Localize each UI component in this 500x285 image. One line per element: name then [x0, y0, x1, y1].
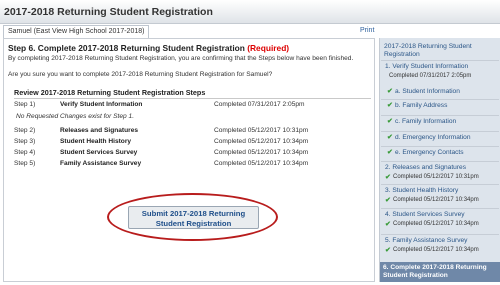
sidebar-step-label[interactable]: 2. Releases and Signatures — [385, 164, 466, 171]
sidebar-sub-a[interactable]: ✔ a. Student Information — [381, 86, 499, 98]
sidebar-active-line2: Student Registration — [383, 271, 448, 279]
no-changes-note: No Requested Changes exist for Step 1. — [16, 113, 135, 120]
sidebar-step-3[interactable]: 3. Student Health History ✔ Completed 05… — [381, 184, 499, 206]
check-icon: ✔ — [385, 247, 391, 254]
sidebar-step-1[interactable]: 1. Verify Student Information Completed … — [381, 60, 499, 84]
check-icon: ✔ — [385, 221, 391, 228]
check-icon: ✔ — [385, 174, 391, 181]
sidebar-sub-c[interactable]: ✔ c. Family Information — [381, 115, 499, 127]
step-name: Student Health History — [60, 138, 132, 145]
check-icon: ✔ — [387, 134, 393, 141]
check-icon: ✔ — [387, 88, 393, 95]
step-name: Student Services Survey — [60, 149, 138, 156]
sidebar-sub-label[interactable]: b. Family Address — [395, 102, 447, 109]
title-bar: 2017-2018 Returning Student Registration — [0, 0, 500, 24]
review-row: Step 1) Verify Student Information Compl… — [14, 100, 344, 109]
sidebar-step-date: Completed 05/12/2017 10:34pm — [393, 221, 479, 227]
sidebar-sub-d[interactable]: ✔ d. Emergency Information — [381, 131, 499, 143]
review-title: Review 2017-2018 Returning Student Regis… — [14, 88, 206, 97]
sidebar-step-date: Completed 05/12/2017 10:34pm — [393, 197, 479, 203]
step-number: Step 1) — [14, 101, 36, 108]
sidebar-step-date: Completed 05/12/2017 10:34pm — [393, 247, 479, 253]
step-name: Releases and Signatures — [60, 127, 139, 134]
confirm-text: Are you sure you want to complete 2017-2… — [8, 71, 273, 78]
sidebar-active-line1: 6. Complete 2017-2018 Returning — [383, 264, 487, 271]
sidebar-step-4[interactable]: 4. Student Services Survey ✔ Completed 0… — [381, 208, 499, 230]
step-name: Verify Student Information — [60, 101, 143, 108]
submit-registration-button[interactable]: Submit 2017-2018 Returning Student Regis… — [128, 206, 259, 229]
intro-text: By completing 2017-2018 Returning Studen… — [8, 55, 354, 62]
sidebar-step-label[interactable]: 3. Student Health History — [385, 187, 458, 194]
step-number: Step 4) — [14, 149, 36, 156]
submit-label-line2: Student Registration — [155, 218, 232, 228]
step-heading-text: Step 6. Complete 2017-2018 Returning Stu… — [8, 43, 245, 53]
step-name: Family Assistance Survey — [60, 160, 142, 167]
sidebar-step-date: Completed 07/31/2017 2:05pm — [389, 73, 472, 79]
student-tab[interactable]: Samuel (East View High School 2017-2018) — [3, 25, 150, 38]
sidebar-step-date: Completed 05/12/2017 10:31pm — [393, 174, 479, 180]
step-heading: Step 6. Complete 2017-2018 Returning Stu… — [8, 43, 289, 53]
review-row: Step 4) Student Services Survey Complete… — [14, 148, 344, 157]
sidebar-title: 2017-2018 Returning Student Registration — [384, 43, 472, 58]
check-icon: ✔ — [387, 118, 393, 125]
check-icon: ✔ — [385, 197, 391, 204]
review-row: Step 3) Student Health History Completed… — [14, 137, 344, 146]
review-row: Step 5) Family Assistance Survey Complet… — [14, 159, 344, 168]
step-date: Completed 07/31/2017 2:05pm — [214, 101, 305, 108]
sidebar-step-2[interactable]: 2. Releases and Signatures ✔ Completed 0… — [381, 161, 499, 183]
step-number: Step 3) — [14, 138, 36, 145]
check-icon: ✔ — [387, 149, 393, 156]
sidebar-sub-label[interactable]: d. Emergency Information — [395, 134, 471, 141]
sidebar-sub-e[interactable]: ✔ e. Emergency Contacts — [381, 146, 499, 158]
print-link[interactable]: Print — [360, 27, 374, 34]
sidebar-step-label[interactable]: 1. Verify Student Information — [385, 63, 468, 70]
sidebar-sub-b[interactable]: ✔ b. Family Address — [381, 99, 499, 111]
sidebar-sub-label[interactable]: e. Emergency Contacts — [395, 149, 464, 156]
submit-label-line1: Submit 2017-2018 Returning — [141, 209, 246, 218]
review-divider — [14, 98, 371, 99]
sidebar-step-label[interactable]: 4. Student Services Survey — [385, 211, 465, 218]
page-title: 2017-2018 Returning Student Registration — [4, 6, 213, 18]
step-date: Completed 05/12/2017 10:31pm — [214, 127, 309, 134]
step-number: Step 5) — [14, 160, 36, 167]
required-label: (Required) — [247, 43, 290, 53]
review-row: Step 2) Releases and Signatures Complete… — [14, 126, 344, 135]
sidebar-step-label[interactable]: 5. Family Assistance Survey — [385, 237, 467, 244]
sidebar-step-6-active[interactable]: 6. Complete 2017-2018 Returning Student … — [380, 262, 500, 282]
step-date: Completed 05/12/2017 10:34pm — [214, 138, 309, 145]
step-date: Completed 05/12/2017 10:34pm — [214, 160, 309, 167]
sidebar-sub-label[interactable]: c. Family Information — [395, 118, 456, 125]
step-number: Step 2) — [14, 127, 36, 134]
step-date: Completed 05/12/2017 10:34pm — [214, 149, 309, 156]
check-icon: ✔ — [387, 102, 393, 109]
sidebar-sub-label[interactable]: a. Student Information — [395, 88, 460, 95]
sidebar-step-5[interactable]: 5. Family Assistance Survey ✔ Completed … — [381, 234, 499, 256]
